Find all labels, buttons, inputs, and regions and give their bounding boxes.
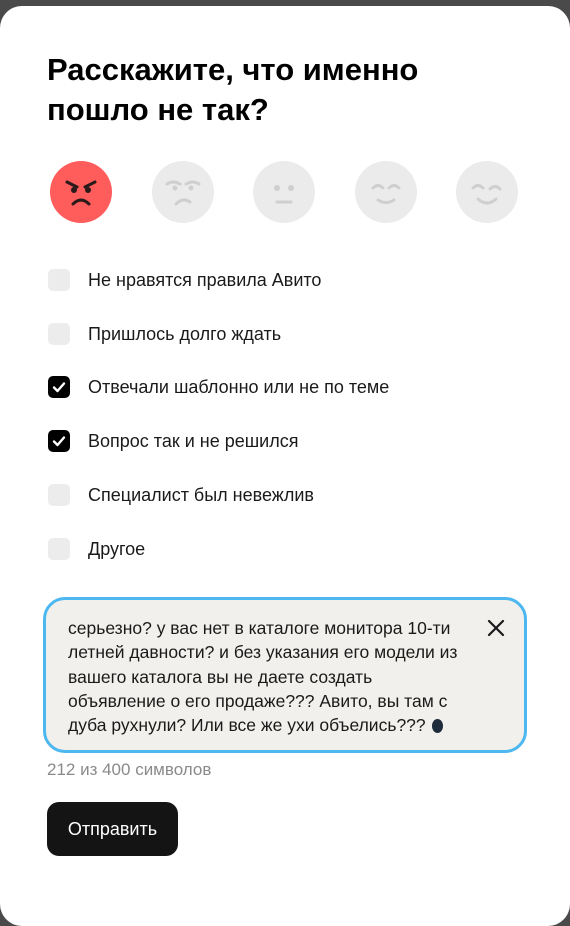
modal-title: Расскажите, что именно пошло не так? (47, 52, 419, 127)
comment-text[interactable]: серьезно? у вас нет в каталоге монитора … (68, 616, 473, 737)
option-label: Не нравятся правила Авито (88, 269, 322, 290)
option-label: Специалист был невежлив (88, 484, 314, 505)
option-avito-rules[interactable]: Не нравятся правила Авито (48, 268, 508, 292)
content-face-icon[interactable] (355, 161, 417, 223)
clear-button[interactable] (486, 618, 506, 638)
option-label: Пришлось долго ждать (88, 323, 282, 344)
checkbox[interactable] (48, 269, 70, 291)
option-other[interactable]: Другое (48, 537, 508, 561)
option-label: Вопрос так и не решился (88, 430, 299, 451)
checkbox[interactable] (48, 323, 70, 345)
text-cursor-icon (431, 719, 443, 734)
option-template-answers[interactable]: Отвечали шаблонно или не по теме (48, 375, 508, 399)
submit-button[interactable]: Отправить (47, 802, 178, 856)
option-impolite[interactable]: Специалист был невежлив (48, 483, 508, 507)
checkmark-icon (52, 436, 66, 447)
option-label: Отвечали шаблонно или не по теме (88, 376, 390, 397)
winking-face-icon[interactable] (456, 161, 518, 223)
checkbox-checked[interactable] (48, 430, 70, 452)
frowning-face-icon[interactable] (152, 161, 214, 223)
neutral-face-icon[interactable] (253, 161, 315, 223)
rating-faces (50, 161, 518, 223)
angry-face-icon[interactable] (50, 161, 112, 223)
checkbox-checked[interactable] (48, 376, 70, 398)
checkbox[interactable] (48, 484, 70, 506)
option-not-resolved[interactable]: Вопрос так и не решился (48, 429, 508, 453)
character-counter: 212 из 400 символов (47, 760, 212, 779)
checkmark-icon (52, 382, 66, 393)
checkbox[interactable] (48, 538, 70, 560)
comment-textarea[interactable]: серьезно? у вас нет в каталоге монитора … (43, 597, 527, 753)
option-long-wait[interactable]: Пришлось долго ждать (48, 322, 508, 346)
close-icon (487, 619, 505, 637)
comment-value: серьезно? у вас нет в каталоге монитора … (68, 618, 458, 736)
feedback-modal: Расскажите, что именно пошло не так? Не … (0, 6, 570, 926)
option-label: Другое (88, 538, 146, 559)
